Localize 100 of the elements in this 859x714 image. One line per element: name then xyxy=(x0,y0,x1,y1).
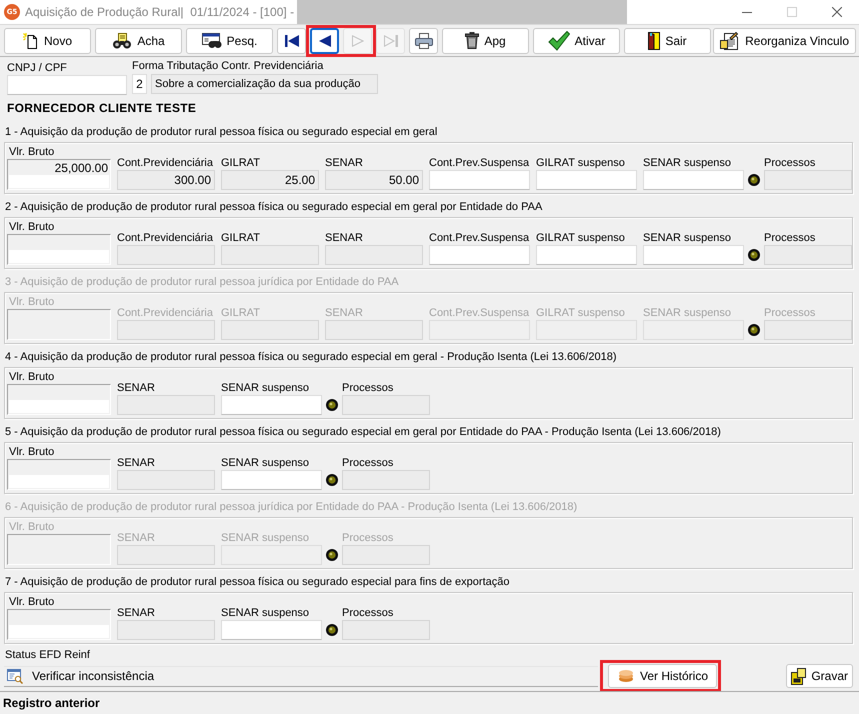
field-label: GILRAT suspenso xyxy=(536,156,625,170)
process-field[interactable] xyxy=(342,395,430,415)
input-field[interactable] xyxy=(221,395,322,415)
field-label: SENAR suspenso xyxy=(221,531,310,545)
find-button[interactable]: Acha xyxy=(95,28,182,54)
field-label: Vlr. Bruto xyxy=(8,296,54,309)
input-field[interactable] xyxy=(536,170,637,190)
field-label: Processos xyxy=(342,531,394,545)
gross-amount: 25,000.00 xyxy=(54,161,109,175)
section-title: 7 - Aquisição de produção de produtor rural pessoa física ou segurado especial para fins de exportação xyxy=(5,575,510,589)
field-label: Vlr. Bruto xyxy=(8,446,54,459)
section-title: 4 - Aquisição da produção de produtor rural pessoa física ou segurado especial em geral - Produção Isenta (Lei 13.606/2018) xyxy=(5,350,616,364)
skip-to-end-icon xyxy=(384,34,398,46)
field-label: Forma Tributação Contr. Previdenciária xyxy=(132,59,324,73)
section-title: 2 - Aquisição de produção de produtor rural pessoa física ou segurado especial em geral por Entidade do PAA xyxy=(5,200,542,214)
field-label: Vlr. Bruto xyxy=(8,521,54,534)
field-label: Cont.Previdenciária xyxy=(117,306,213,320)
delete-button[interactable]: Apg xyxy=(442,28,529,54)
led-indicator-icon xyxy=(748,324,760,336)
skip-to-start-icon xyxy=(284,34,298,46)
input-field[interactable] xyxy=(429,245,530,265)
field-label: CNPJ / CPF xyxy=(7,61,67,75)
field-label: Vlr. Bruto xyxy=(8,221,54,234)
relink-button[interactable]: Reorganiza Vinculo xyxy=(713,28,856,54)
tax-form-description-field: Sobre a comercialização da sua produção xyxy=(151,74,378,94)
process-field[interactable] xyxy=(342,545,430,565)
field-label: GILRAT xyxy=(221,156,260,170)
window-magnifier-icon xyxy=(7,668,23,684)
input-field[interactable] xyxy=(536,245,637,265)
close-icon xyxy=(832,7,842,17)
field-label: SENAR suspenso xyxy=(643,306,732,320)
field-label: SENAR suspenso xyxy=(221,606,310,620)
field-label: GILRAT suspenso xyxy=(536,306,625,320)
field-label: Cont.Prev.Suspensa xyxy=(429,156,530,170)
search-button[interactable]: Pesq. xyxy=(186,28,273,54)
process-field[interactable] xyxy=(342,470,430,490)
print-button[interactable] xyxy=(409,28,438,54)
process-field[interactable] xyxy=(764,170,852,190)
field-label: Vlr. Bruto xyxy=(8,371,54,384)
field-label: GILRAT xyxy=(221,231,260,245)
led-indicator-icon xyxy=(326,399,338,411)
input-field[interactable] xyxy=(643,245,744,265)
cnpj-input-field[interactable] xyxy=(7,75,127,95)
process-field[interactable] xyxy=(764,245,852,265)
input-field[interactable] xyxy=(221,470,322,490)
status-text: Registro anterior xyxy=(3,696,100,710)
section-title: 5 - Aquisição da produção de produtor rural pessoa física ou segurado especial em geral por Entidade do PAA - Produção Isenta (Lei 13.606/2018) xyxy=(5,425,721,439)
field-label: SENAR suspenso xyxy=(221,456,310,470)
field-label: Vlr. Bruto xyxy=(8,596,54,609)
field-label: SENAR xyxy=(117,606,155,620)
save-button[interactable]: Gravar xyxy=(786,664,853,688)
field-label: SENAR suspenso xyxy=(221,381,310,395)
gross-input-field[interactable] xyxy=(9,475,109,488)
history-button[interactable]: Ver Histórico xyxy=(608,664,718,688)
gross-input-field[interactable] xyxy=(9,625,109,638)
tax-form-code-field[interactable]: 2 xyxy=(132,74,147,94)
process-field[interactable] xyxy=(342,620,430,640)
input-field[interactable] xyxy=(643,170,744,190)
field-label: Processos xyxy=(342,456,394,470)
field-label: Processos xyxy=(764,231,816,245)
input-field[interactable] xyxy=(429,170,530,190)
field-label: Cont.Prev.Suspensa xyxy=(429,231,530,245)
field-label: SENAR xyxy=(325,156,363,170)
gross-input-field[interactable] xyxy=(9,250,109,263)
field-label: SENAR xyxy=(117,381,155,395)
field-label: Processos xyxy=(342,606,394,620)
door-icon xyxy=(648,32,660,50)
gross-input-field[interactable] xyxy=(9,175,109,188)
reinf-status-text: Verificar inconsistência xyxy=(32,669,154,683)
field-label: GILRAT xyxy=(221,306,260,320)
left-triangle-icon xyxy=(318,34,330,46)
led-indicator-icon xyxy=(326,549,338,561)
field-label: Cont.Prev.Suspensa xyxy=(429,306,530,320)
section-title: 3 - Aquisição de produção de produtor rural pessoa jurídica por Entidade do PAA xyxy=(5,275,399,289)
right-triangle-icon xyxy=(352,34,364,46)
field-label: SENAR xyxy=(117,456,155,470)
window-title: Aquisição de Produção Rural| 01/11/2024 - [100] - xyxy=(25,5,294,19)
field-label: Vlr. Bruto xyxy=(8,146,54,159)
supplier-name: FORNECEDOR CLIENTE TESTE xyxy=(7,100,196,116)
first-record-button[interactable] xyxy=(277,28,306,54)
led-indicator-icon xyxy=(326,624,338,636)
new-button[interactable]: Novo xyxy=(4,28,91,54)
process-field[interactable] xyxy=(764,320,852,340)
field-label: Cont.Previdenciária xyxy=(117,231,213,245)
field-label: Processos xyxy=(764,156,816,170)
activate-button[interactable]: Ativar xyxy=(533,28,620,54)
led-indicator-icon xyxy=(748,174,760,186)
checkmark-icon xyxy=(548,30,570,50)
document-pencil-icon xyxy=(720,32,740,50)
readonly-field: 300.00 xyxy=(117,170,215,190)
input-field[interactable] xyxy=(221,620,322,640)
printer-icon xyxy=(414,32,432,48)
field-label: SENAR xyxy=(325,306,363,320)
exit-button[interactable]: Sair xyxy=(624,28,711,54)
led-indicator-icon xyxy=(748,249,760,261)
section-title: 6 - Aquisição de produção de produtor rural pessoa jurídica por Entidade do PAA - Produção Isenta (Lei 13.606/2018) xyxy=(5,500,578,514)
gross-input-field[interactable] xyxy=(9,400,109,413)
field-label: SENAR suspenso xyxy=(643,231,732,245)
save-icon xyxy=(791,668,808,684)
layers-icon xyxy=(618,669,634,683)
